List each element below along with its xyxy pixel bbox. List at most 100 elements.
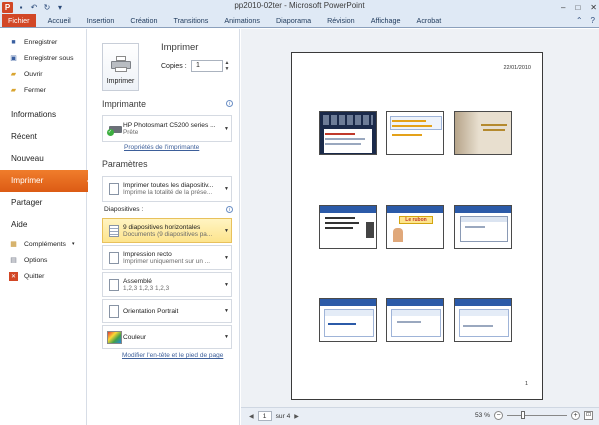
nav-new[interactable]: Nouveau [0, 148, 86, 170]
zoom-slider-thumb[interactable] [521, 411, 526, 419]
nav-save-as-label: Enregistrer sous [24, 54, 74, 62]
tab-fichier[interactable]: Fichier [2, 14, 36, 27]
powerpoint-app-icon[interactable]: P [2, 1, 13, 13]
nav-share[interactable]: Partager [0, 192, 86, 214]
customize-qat-icon[interactable]: ▾ [55, 2, 65, 12]
collated-icon [105, 276, 124, 291]
print-settings-panel: Imprimer Imprimer Copies : 1 ▲ ▼ Impriman… [88, 29, 240, 425]
nav-save-as[interactable]: ▣ Enregistrer sous [0, 50, 86, 66]
color-title: Couleur [123, 333, 147, 341]
tab-creation[interactable]: Création [122, 15, 165, 27]
single-sided-icon [105, 251, 123, 264]
minimize-button[interactable]: – [561, 3, 565, 12]
tab-affichage[interactable]: Affichage [363, 15, 409, 27]
printer-properties-link[interactable]: Propriétés de l'imprimante [124, 144, 199, 151]
quick-access-toolbar: P ▪ ↶ ↻ ▾ [0, 0, 65, 14]
window-controls: – □ ✕ [561, 0, 597, 14]
portrait-orientation-icon [105, 304, 123, 318]
sides-select[interactable]: Impression recto Imprimer uniquement sur… [102, 245, 232, 270]
printer-status: Prête [123, 128, 139, 136]
zoom-out-button[interactable]: − [494, 411, 503, 420]
chevron-down-icon: ▼ [224, 186, 229, 192]
addins-icon: ▦ [10, 241, 17, 248]
layout-desc: Documents (9 diapositives pa... [123, 230, 213, 238]
print-button[interactable]: Imprimer [102, 43, 139, 91]
zoom-to-page-icon[interactable]: ⊡ [584, 411, 593, 420]
zoom-control: 53 % − + ⊡ [475, 411, 593, 420]
preview-status-bar: ◀ 1 sur 4 ▶ 53 % − + ⊡ [241, 407, 599, 425]
collate-select[interactable]: Assemblé 1,2,3 1,2,3 1,2,3 ▼ [102, 272, 232, 297]
chevron-down-icon: ▼ [224, 254, 229, 261]
printer-name: HP Photosmart C5200 series ... [123, 121, 216, 129]
nav-print[interactable]: Imprimer [0, 170, 93, 192]
preview-page: 22/01/2010 Le rubon 1 [291, 52, 543, 400]
nav-options[interactable]: ▤ Options [0, 252, 86, 268]
close-window-button[interactable]: ✕ [590, 3, 597, 12]
nav-info[interactable]: Informations [0, 104, 86, 126]
nav-close-label: Fermer [24, 86, 46, 94]
slide-thumbnail-1 [319, 111, 377, 155]
color-icon [105, 330, 123, 344]
next-page-icon[interactable]: ▶ [294, 413, 299, 420]
layout-select[interactable]: 9 diapositives horizontales Documents (9… [102, 218, 232, 243]
tab-animations[interactable]: Animations [216, 15, 268, 27]
info-icon[interactable]: i [226, 206, 233, 213]
orientation-select[interactable]: Orientation Portrait ▼ [102, 299, 232, 323]
nav-recent[interactable]: Récent [0, 126, 86, 148]
undo-icon[interactable]: ↶ [29, 2, 39, 12]
ribbon-minimize-icon[interactable]: ⌃ [576, 16, 583, 25]
chevron-down-icon: ▼ [224, 281, 229, 288]
nav-save[interactable]: ■ Enregistrer [0, 34, 86, 50]
tab-insertion[interactable]: Insertion [79, 15, 123, 27]
copies-spinner[interactable]: ▲ ▼ [224, 60, 230, 72]
slide-thumbnail-4 [319, 205, 377, 249]
printer-heading: Imprimante [102, 99, 146, 109]
nav-close[interactable]: ▰ Fermer [0, 82, 86, 98]
zoom-slider[interactable] [507, 411, 567, 419]
nav-open[interactable]: ▰ Ouvrir [0, 66, 86, 82]
info-icon[interactable]: i [226, 100, 233, 107]
copies-label: Copies : [161, 63, 187, 70]
printer-select[interactable]: ✓ HP Photosmart C5200 series ... Prête ▼ [102, 115, 232, 142]
color-select[interactable]: Couleur ▼ [102, 325, 232, 349]
folder-open-icon: ▰ [10, 71, 17, 78]
tab-revision[interactable]: Révision [319, 15, 363, 27]
nav-addins-label: Compléments [24, 240, 66, 248]
handout-layout-icon [105, 224, 123, 237]
nav-exit-label: Quitter [24, 272, 45, 280]
zoom-in-button[interactable]: + [571, 411, 580, 420]
previous-page-icon[interactable]: ◀ [249, 413, 254, 420]
print-range-select[interactable]: Imprimer toutes les diapositiv... Imprim… [102, 176, 232, 202]
nav-open-label: Ouvrir [24, 70, 43, 78]
slides-range-icon [105, 181, 124, 195]
maximize-button[interactable]: □ [575, 3, 580, 12]
copies-input[interactable]: 1 [191, 60, 223, 72]
page-navigator: ◀ 1 sur 4 ▶ [249, 411, 299, 421]
window-title: pp2010-02ter - Microsoft PowerPoint [234, 1, 365, 10]
print-title: Imprimer [161, 42, 199, 53]
tab-acrobat[interactable]: Acrobat [409, 15, 450, 27]
help-icon[interactable]: ? [591, 16, 595, 25]
slide-thumbnail-2 [386, 111, 444, 155]
save-icon: ■ [11, 38, 16, 46]
print-range-desc: Imprime la totalité de la prése... [123, 189, 213, 196]
header-footer-link[interactable]: Modifier l'en-tête et le pied de page [122, 352, 223, 359]
nav-exit[interactable]: ✕ Quitter [0, 268, 86, 284]
slide-title-text: Le rubon [399, 216, 433, 224]
chevron-down-icon: ▼ [224, 308, 229, 314]
tab-diaporama[interactable]: Diaporama [268, 15, 319, 27]
options-icon: ▤ [10, 257, 17, 264]
current-page-input[interactable]: 1 [257, 411, 272, 421]
chevron-down-icon: ▼ [224, 125, 229, 132]
exit-icon: ✕ [9, 271, 18, 281]
nav-help[interactable]: Aide [0, 214, 86, 236]
page-number: 1 [524, 381, 528, 387]
nav-addins[interactable]: ▦ Compléments ▾ [0, 236, 86, 252]
sides-title: Impression recto [123, 250, 172, 258]
zoom-level[interactable]: 53 % [475, 412, 490, 419]
save-icon[interactable]: ▪ [16, 2, 26, 12]
collate-title: Assemblé [123, 277, 152, 285]
redo-icon[interactable]: ↻ [42, 2, 52, 12]
tab-accueil[interactable]: Accueil [40, 15, 79, 27]
tab-transitions[interactable]: Transitions [166, 15, 217, 27]
